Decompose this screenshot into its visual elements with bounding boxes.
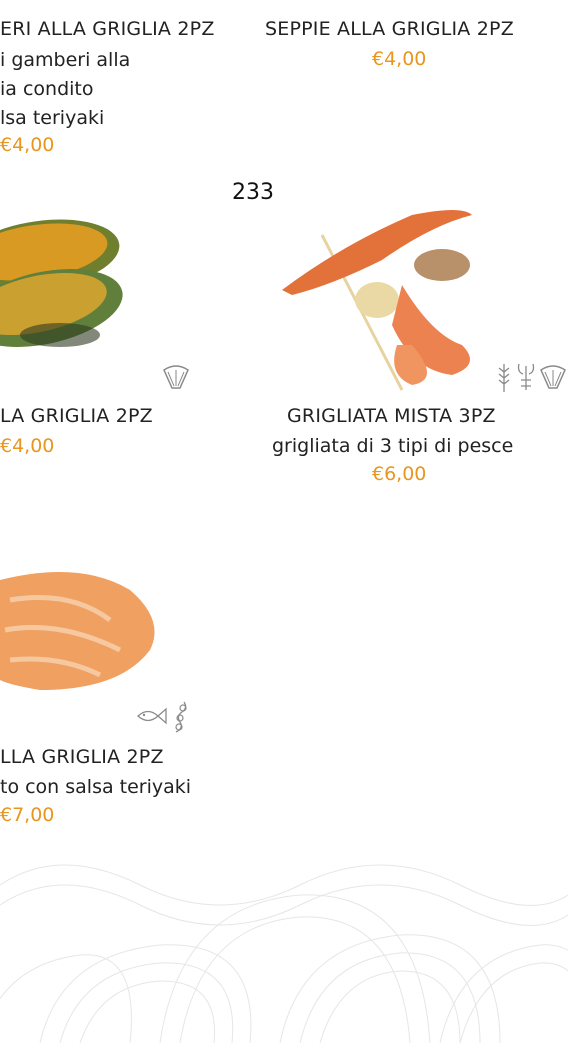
item-title: SEPPIE ALLA GRIGLIA 2PZ <box>265 18 514 40</box>
item-desc-line-3: lsa teriyaki <box>0 107 105 129</box>
item-price: €4,00 <box>0 134 55 156</box>
mollusc-icon <box>163 365 189 389</box>
item-title: GRIGLIATA MISTA 3PZ <box>287 405 496 427</box>
salmon-image <box>0 572 155 690</box>
item-price: €4,00 <box>0 435 55 457</box>
item-desc-line-2: ia condito <box>0 78 94 100</box>
item-price: €4,00 <box>372 48 427 70</box>
soy-icon <box>175 701 187 733</box>
mussels-image <box>0 219 123 347</box>
item-desc-line-1: to con salsa teriyaki <box>0 776 192 798</box>
wave-pattern-background <box>0 864 568 1043</box>
grilled-seafood-image <box>282 210 472 391</box>
mollusc-icon <box>540 365 566 389</box>
item-desc-line-1: grigliata di 3 tipi di pesce <box>272 435 514 457</box>
item-price: €6,00 <box>372 463 427 485</box>
item-title: LLA GRIGLIA 2PZ <box>0 746 164 768</box>
crustacean-icon <box>517 363 535 390</box>
item-price: €7,00 <box>0 804 55 826</box>
item-title: ERI ALLA GRIGLIA 2PZ <box>0 18 215 40</box>
gluten-icon <box>498 364 510 392</box>
item-title: LA GRIGLIA 2PZ <box>0 405 153 427</box>
item-desc-line-1: i gamberi alla <box>0 49 131 71</box>
fish-icon <box>137 707 167 725</box>
